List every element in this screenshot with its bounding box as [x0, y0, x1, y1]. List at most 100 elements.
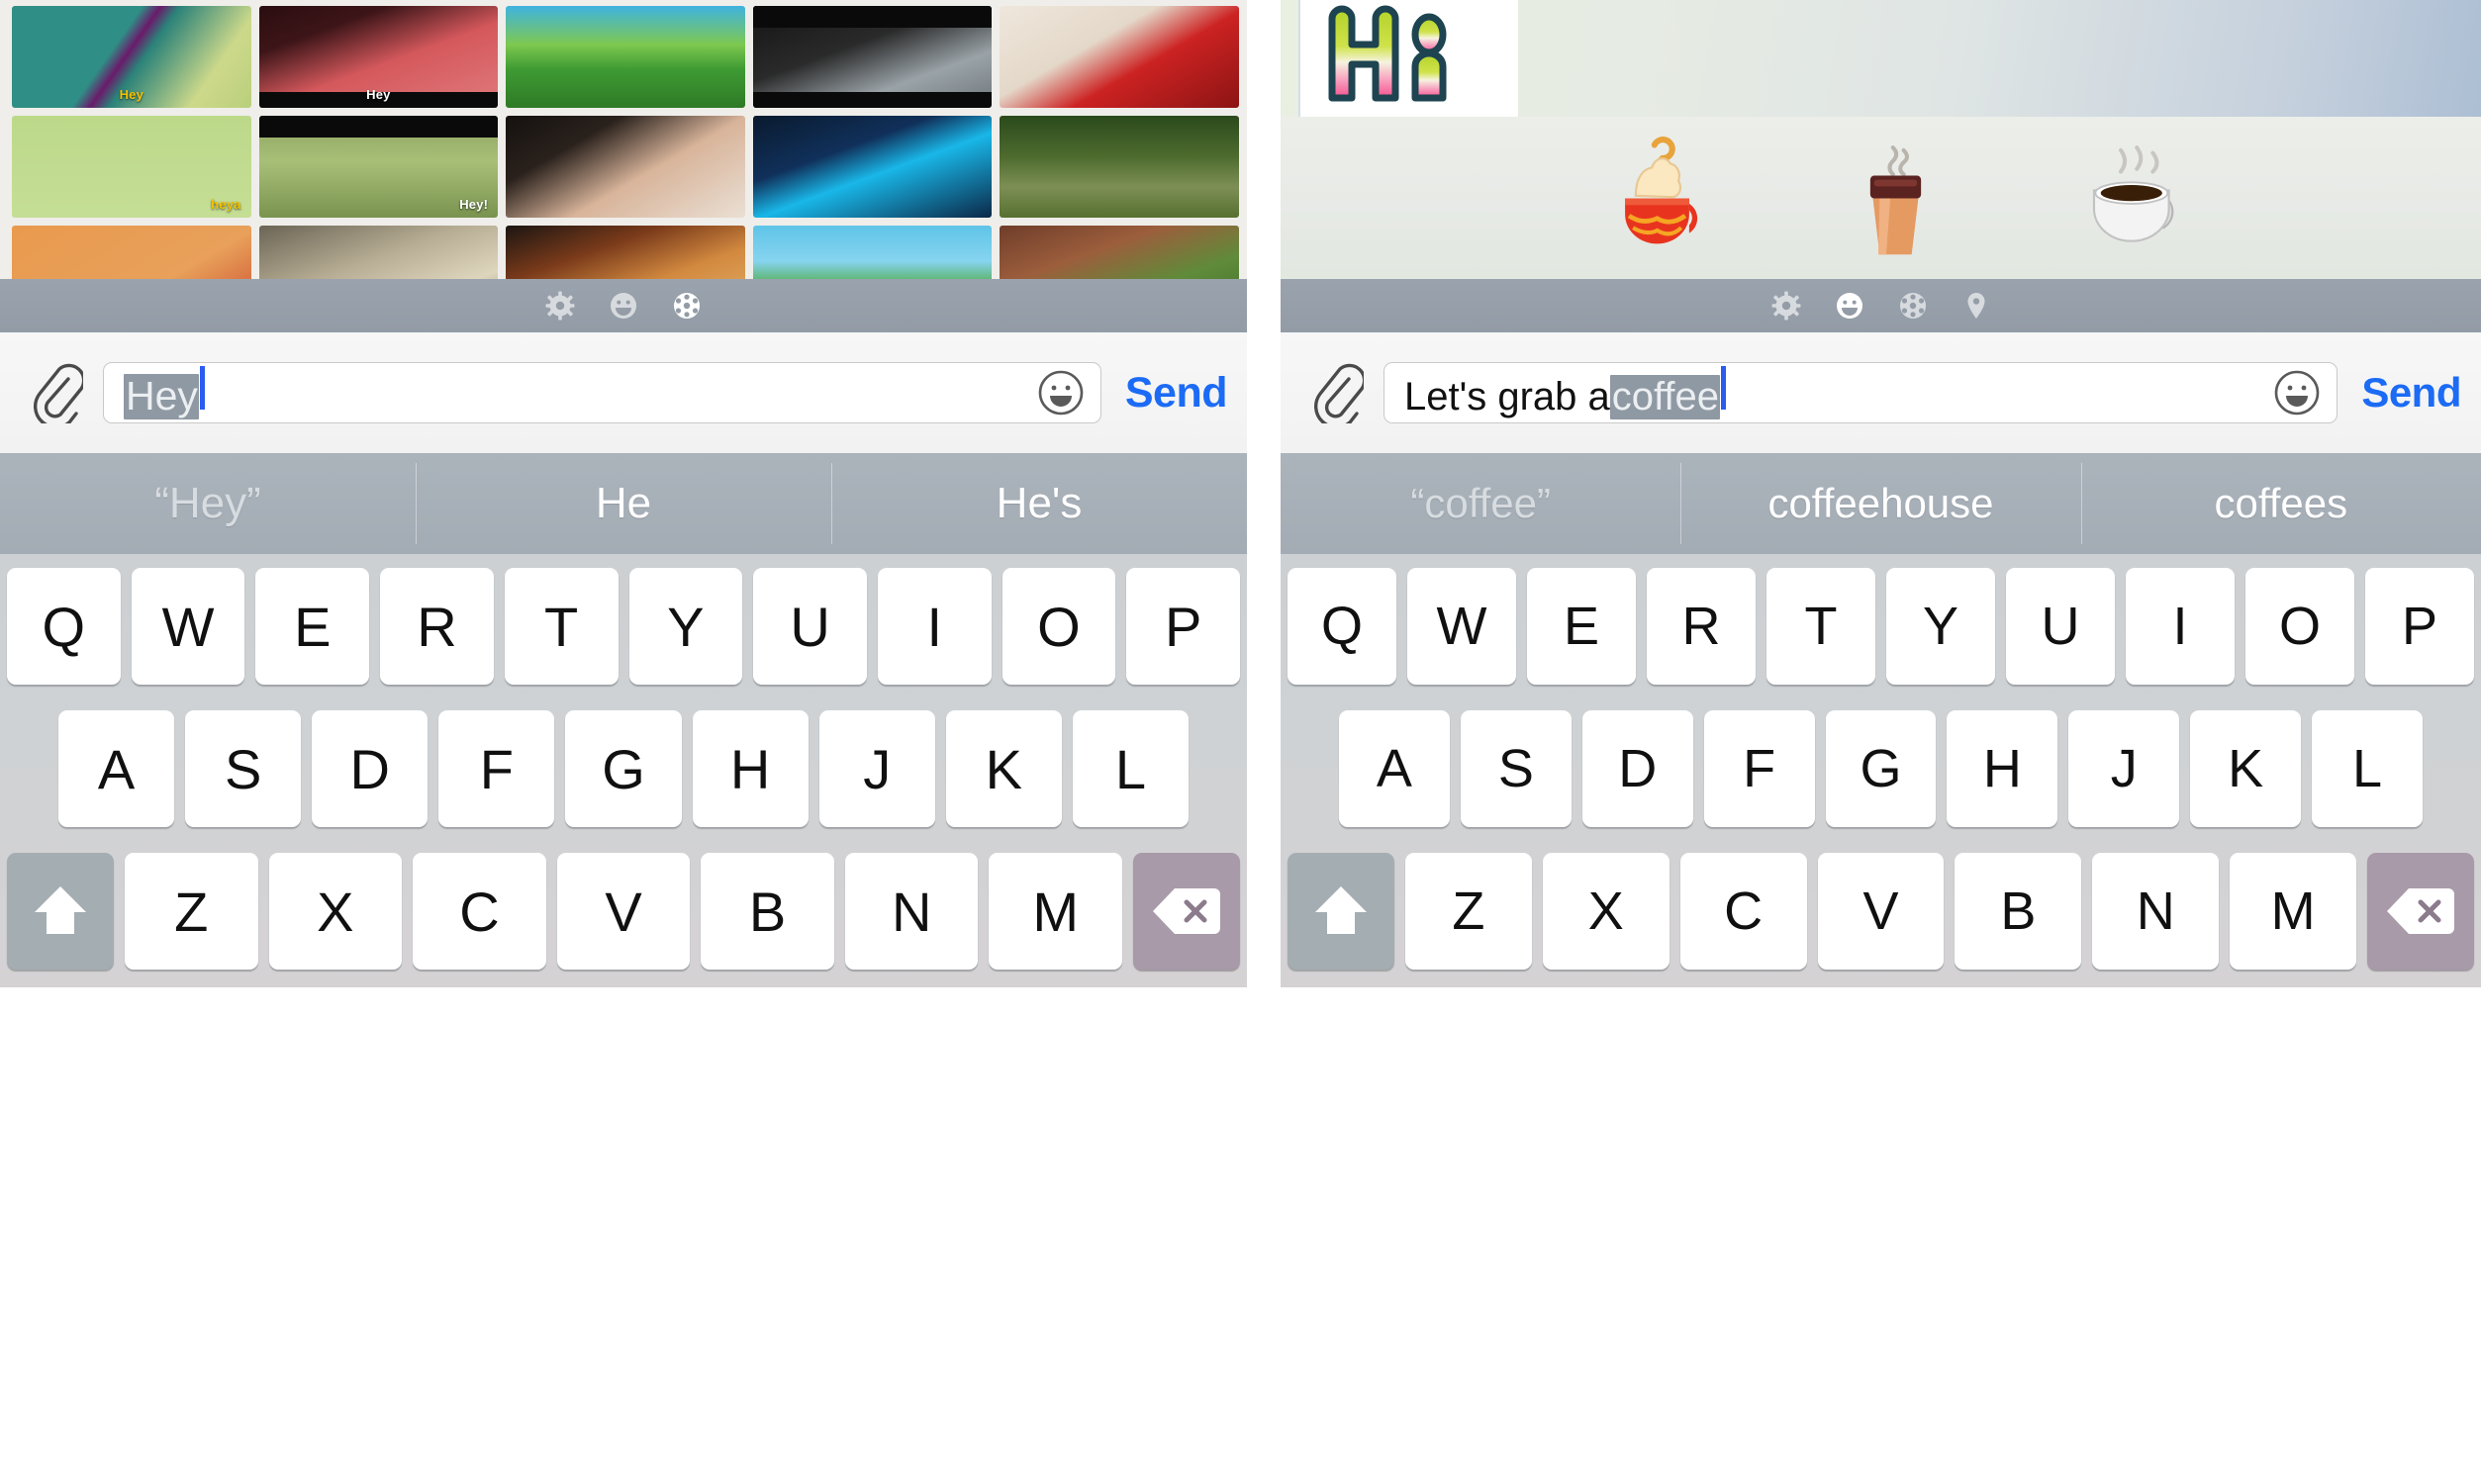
- key-s[interactable]: S: [185, 710, 302, 827]
- gif-tile[interactable]: Hey: [258, 6, 499, 108]
- key-b[interactable]: B: [701, 853, 834, 970]
- message-text-input[interactable]: Hey: [103, 362, 1101, 423]
- key-d[interactable]: D: [312, 710, 429, 827]
- keyboard-row-3[interactable]: ZXCVBNM: [6, 853, 1241, 970]
- key-i[interactable]: I: [2126, 568, 2235, 685]
- gif-tile[interactable]: [1000, 6, 1239, 108]
- key-x[interactable]: X: [268, 853, 403, 970]
- message-text-input[interactable]: Let's grab a coffee: [1384, 362, 2338, 423]
- suggestion-chip[interactable]: “Hey”: [0, 453, 416, 554]
- gif-tile[interactable]: [506, 6, 745, 108]
- key-u[interactable]: U: [2006, 568, 2115, 685]
- filmstrip-icon[interactable]: [1896, 289, 1930, 323]
- shift-arrow-icon[interactable]: [1288, 853, 1394, 970]
- key-r[interactable]: R: [1647, 568, 1756, 685]
- key-y[interactable]: Y: [628, 568, 743, 685]
- key-e[interactable]: E: [255, 568, 370, 685]
- key-t[interactable]: T: [504, 568, 619, 685]
- sticker-canvas[interactable]: [1281, 0, 2481, 279]
- keyboard-app-toolbar[interactable]: [1281, 279, 2481, 332]
- keyboard-row-3[interactable]: ZXCVBNM: [1288, 853, 2475, 970]
- key-v[interactable]: V: [1817, 853, 1945, 970]
- backspace-icon[interactable]: [2367, 853, 2475, 970]
- message-input-bar[interactable]: Hey Send: [0, 332, 1247, 453]
- keyboard-row-1[interactable]: QWERTYUIOP: [1288, 568, 2474, 685]
- gif-tile[interactable]: [752, 226, 993, 279]
- key-u[interactable]: U: [753, 568, 867, 685]
- gif-tile[interactable]: [1000, 116, 1239, 218]
- filmstrip-icon[interactable]: [670, 289, 704, 323]
- smiley-face-icon[interactable]: [2273, 369, 2321, 417]
- smiley-icon[interactable]: [1833, 289, 1866, 323]
- smiley-icon[interactable]: [607, 289, 640, 323]
- to-go-coffee-cup-sticker[interactable]: [1829, 132, 1962, 265]
- suggestion-chip[interactable]: coffees: [2080, 453, 2481, 554]
- key-c[interactable]: C: [413, 853, 546, 970]
- onscreen-keyboard[interactable]: QWERTYUIOP ASDFGHJKL ZXCVBNM: [0, 554, 1247, 987]
- key-l[interactable]: L: [2312, 710, 2424, 827]
- key-w[interactable]: W: [1407, 568, 1516, 685]
- gif-tile[interactable]: [506, 226, 745, 279]
- message-input-bar[interactable]: Let's grab a coffee Send: [1281, 332, 2481, 453]
- sticker-row[interactable]: [1281, 117, 2481, 279]
- paperclip-icon[interactable]: [1306, 357, 1370, 428]
- gif-tile[interactable]: [12, 226, 251, 279]
- hot-beverage-whipped-cream-sticker[interactable]: [1590, 132, 1724, 265]
- hot-coffee-cup-sticker[interactable]: [2067, 132, 2201, 265]
- hi-logo-card[interactable]: [1298, 0, 1518, 117]
- key-q[interactable]: Q: [6, 568, 121, 685]
- key-m[interactable]: M: [2230, 853, 2357, 970]
- gif-tile[interactable]: [752, 6, 993, 108]
- shift-arrow-icon[interactable]: [6, 853, 114, 970]
- gif-tile[interactable]: [752, 116, 993, 218]
- key-s[interactable]: S: [1460, 710, 1572, 827]
- key-v[interactable]: V: [556, 853, 691, 970]
- key-f[interactable]: F: [438, 710, 555, 827]
- key-q[interactable]: Q: [1288, 568, 1396, 685]
- gear-icon[interactable]: [1769, 289, 1803, 323]
- key-z[interactable]: Z: [124, 853, 258, 970]
- key-g[interactable]: G: [1825, 710, 1937, 827]
- key-w[interactable]: W: [131, 568, 245, 685]
- sticker-picker-area[interactable]: [1281, 0, 2481, 279]
- key-m[interactable]: M: [989, 853, 1123, 970]
- key-r[interactable]: R: [380, 568, 494, 685]
- key-j[interactable]: J: [2068, 710, 2180, 827]
- key-h[interactable]: H: [692, 710, 809, 827]
- key-a[interactable]: A: [1339, 710, 1450, 827]
- gif-grid[interactable]: Hey Hey heya Hey!: [0, 0, 1247, 279]
- gif-tile[interactable]: heya: [12, 116, 251, 218]
- gif-tile[interactable]: [1000, 226, 1239, 279]
- keyboard-row-2[interactable]: ASDFGHJKL: [1288, 710, 2474, 827]
- autocorrect-suggestion-bar[interactable]: “coffee” coffeehouse coffees: [1281, 453, 2481, 554]
- key-c[interactable]: C: [1679, 853, 1807, 970]
- key-z[interactable]: Z: [1405, 853, 1532, 970]
- send-button[interactable]: Send: [1115, 369, 1233, 417]
- gif-tile[interactable]: Hey!: [258, 116, 499, 218]
- key-p[interactable]: P: [1126, 568, 1241, 685]
- paperclip-icon[interactable]: [26, 357, 89, 428]
- key-f[interactable]: F: [1703, 710, 1815, 827]
- key-d[interactable]: D: [1581, 710, 1693, 827]
- key-g[interactable]: G: [565, 710, 682, 827]
- gif-tile[interactable]: [506, 116, 745, 218]
- key-t[interactable]: T: [1766, 568, 1875, 685]
- key-b[interactable]: B: [1955, 853, 2082, 970]
- suggestion-chip[interactable]: “coffee”: [1281, 453, 1680, 554]
- smiley-face-icon[interactable]: [1037, 369, 1085, 417]
- suggestion-chip[interactable]: He's: [831, 453, 1247, 554]
- gif-picker-area[interactable]: Hey Hey heya Hey!: [0, 0, 1247, 279]
- gif-tile[interactable]: Hey: [12, 6, 251, 108]
- key-j[interactable]: J: [818, 710, 935, 827]
- key-e[interactable]: E: [1527, 568, 1636, 685]
- key-k[interactable]: K: [2190, 710, 2302, 827]
- key-i[interactable]: I: [877, 568, 992, 685]
- onscreen-keyboard[interactable]: QWERTYUIOP ASDFGHJKL ZXCVBNM: [1281, 554, 2481, 987]
- suggestion-chip[interactable]: He: [416, 453, 831, 554]
- autocorrect-suggestion-bar[interactable]: “Hey” He He's: [0, 453, 1247, 554]
- key-a[interactable]: A: [58, 710, 175, 827]
- keyboard-row-2[interactable]: ASDFGHJKL: [7, 710, 1240, 827]
- key-h[interactable]: H: [1947, 710, 2058, 827]
- key-n[interactable]: N: [2092, 853, 2220, 970]
- location-pin-icon[interactable]: [1959, 289, 1993, 323]
